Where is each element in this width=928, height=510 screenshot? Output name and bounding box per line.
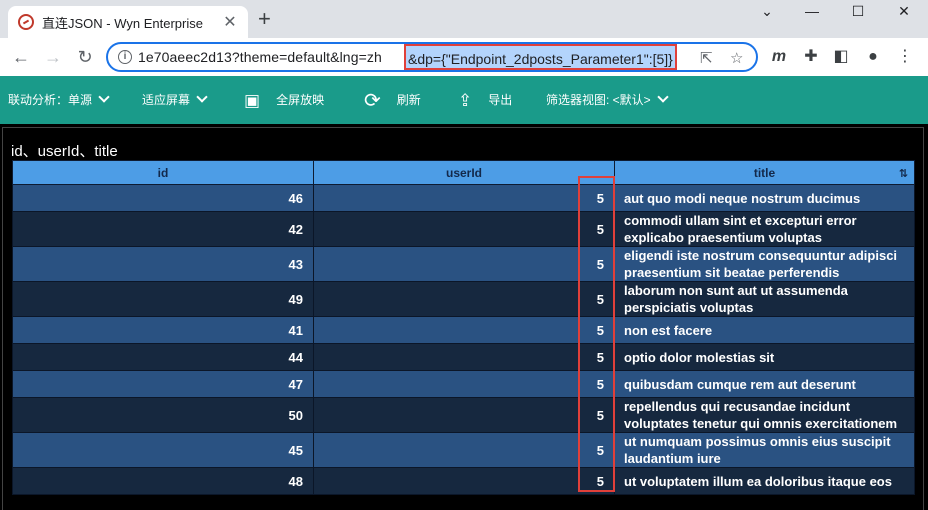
cell-id: 47 bbox=[12, 370, 314, 398]
export-label: 导出 bbox=[488, 93, 513, 107]
cell-title: repellendus qui recusandae incidunt volu… bbox=[614, 397, 915, 433]
cell-id: 42 bbox=[12, 211, 314, 247]
data-table: id userId title ⇅ 46 5 aut quo modi neque n… bbox=[12, 160, 915, 495]
browser-tab[interactable]: 直连JSON - Wyn Enterprise ✕ bbox=[8, 6, 248, 38]
table-row[interactable]: 41 5 non est facere bbox=[12, 316, 915, 344]
cell-userid: 5 bbox=[313, 432, 615, 468]
browser-tab-strip: 直连JSON - Wyn Enterprise ✕ + ⌄ — ☐ ✕ bbox=[0, 0, 928, 38]
cell-title: laborum non sunt aut ut assumenda perspi… bbox=[614, 281, 915, 317]
column-header-id[interactable]: id bbox=[12, 160, 314, 185]
fullscreen-label: 全屏放映 bbox=[276, 93, 325, 107]
cell-title: optio dolor molestias sit bbox=[614, 343, 915, 371]
cell-id: 48 bbox=[12, 467, 314, 495]
cell-userid: 5 bbox=[313, 281, 615, 317]
back-arrow-icon[interactable]: ← bbox=[10, 46, 32, 68]
column-header-title[interactable]: title ⇅ bbox=[614, 160, 915, 185]
bookmark-star-icon[interactable]: ☆ bbox=[730, 49, 743, 67]
cell-userid: 5 bbox=[313, 211, 615, 247]
side-panel-icon[interactable]: ◧ bbox=[830, 46, 852, 68]
table-row[interactable]: 42 5 commodi ullam sint et excepturi error… bbox=[12, 211, 915, 247]
table-row[interactable]: 49 5 laborum non sunt aut ut assumenda per… bbox=[12, 281, 915, 317]
cell-id: 44 bbox=[12, 343, 314, 371]
url-selected-text: &dp={"Endpoint_2dposts_Parameter1":[5]} bbox=[404, 44, 677, 70]
tab-search-icon[interactable]: ⌄ bbox=[747, 2, 787, 24]
fit-screen-label: 适应屏幕 bbox=[142, 93, 191, 107]
linkage-analysis-dropdown[interactable]: 联动分析：单源 bbox=[8, 76, 110, 124]
fullscreen-button[interactable]: ▣ 全屏放映 bbox=[244, 76, 324, 124]
sort-icon[interactable]: ⇅ bbox=[899, 167, 908, 180]
cell-userid: 5 bbox=[313, 397, 615, 433]
fullscreen-play-icon: ▣ bbox=[244, 90, 261, 110]
column-header-userid[interactable]: userId bbox=[313, 160, 615, 185]
minimize-button[interactable]: — bbox=[792, 2, 832, 24]
table-row[interactable]: 46 5 aut quo modi neque nostrum ducimus bbox=[12, 184, 915, 212]
chevron-down-icon bbox=[657, 91, 669, 103]
cell-id: 49 bbox=[12, 281, 314, 317]
forward-arrow-icon[interactable]: → bbox=[42, 46, 64, 68]
table-row[interactable]: 50 5 repellendus qui recusandae incidunt v… bbox=[12, 397, 915, 433]
column-header-title-label: title bbox=[753, 165, 776, 180]
reload-icon[interactable]: ↻ bbox=[74, 46, 96, 68]
cell-id: 41 bbox=[12, 316, 314, 344]
report-title: id、userId、title bbox=[11, 143, 118, 160]
cell-userid: 5 bbox=[313, 246, 615, 282]
cell-title: aut quo modi neque nostrum ducimus bbox=[614, 184, 915, 212]
cell-userid: 5 bbox=[313, 184, 615, 212]
share-icon[interactable]: ⇱ bbox=[700, 49, 713, 67]
table-row[interactable]: 44 5 optio dolor molestias sit bbox=[12, 343, 915, 371]
new-tab-button[interactable]: + bbox=[258, 8, 271, 30]
maximize-button[interactable]: ☐ bbox=[838, 2, 878, 24]
cell-title: commodi ullam sint et excepturi error ex… bbox=[614, 211, 915, 247]
address-bar[interactable]: i 1e70aeec2d13?theme=default&lng=zh &dp=… bbox=[106, 42, 758, 72]
cell-title: eligendi iste nostrum consequuntur adipi… bbox=[614, 246, 915, 282]
report-toolbar: 联动分析：单源 适应屏幕 ▣ 全屏放映 ⟳ 刷新 ⇪ 导出 筛选器视图: <默认> bbox=[0, 76, 928, 124]
extension-m-icon[interactable]: m bbox=[768, 46, 790, 68]
tab-close-icon[interactable]: ✕ bbox=[222, 12, 238, 32]
table-header-row: id userId title ⇅ bbox=[12, 160, 915, 185]
cell-id: 45 bbox=[12, 432, 314, 468]
profile-avatar-icon[interactable]: ● bbox=[862, 46, 884, 68]
filter-view-dropdown[interactable]: 筛选器视图: <默认> bbox=[546, 76, 669, 124]
table-row[interactable]: 47 5 quibusdam cumque rem aut deserunt bbox=[12, 370, 915, 398]
cell-id: 46 bbox=[12, 184, 314, 212]
table-row[interactable]: 45 5 ut numquam possimus omnis eius suscip… bbox=[12, 432, 915, 468]
cell-userid: 5 bbox=[313, 316, 615, 344]
cell-title: ut numquam possimus omnis eius suscipit … bbox=[614, 432, 915, 468]
site-info-icon[interactable]: i bbox=[118, 50, 132, 64]
export-icon: ⇪ bbox=[458, 90, 473, 110]
wyn-logo-icon bbox=[18, 14, 34, 30]
chevron-down-icon bbox=[98, 91, 110, 103]
table-row[interactable]: 43 5 eligendi iste nostrum consequuntur ad… bbox=[12, 246, 915, 282]
browser-toolbar: ← → ↻ i 1e70aeec2d13?theme=default&lng=z… bbox=[0, 38, 928, 76]
userid-highlight-box bbox=[578, 176, 615, 492]
refresh-label: 刷新 bbox=[396, 93, 421, 107]
cell-userid: 5 bbox=[313, 467, 615, 495]
fit-screen-dropdown[interactable]: 适应屏幕 bbox=[142, 76, 208, 124]
cell-userid: 5 bbox=[313, 370, 615, 398]
extensions-puzzle-icon[interactable]: ✚ bbox=[800, 46, 822, 68]
refresh-button[interactable]: ⟳ 刷新 bbox=[364, 76, 421, 124]
cell-id: 50 bbox=[12, 397, 314, 433]
more-menu-icon[interactable]: ⋮ bbox=[894, 46, 916, 68]
export-button[interactable]: ⇪ 导出 bbox=[458, 76, 512, 124]
cell-title: non est facere bbox=[614, 316, 915, 344]
cell-id: 43 bbox=[12, 246, 314, 282]
url-text: 1e70aeec2d13?theme=default&lng=zh bbox=[138, 49, 382, 65]
linkage-analysis-label: 联动分析：单源 bbox=[8, 93, 93, 107]
cell-title: ut voluptatem illum ea doloribus itaque … bbox=[614, 467, 915, 495]
filter-view-label: 筛选器视图: <默认> bbox=[546, 93, 651, 107]
chevron-down-icon bbox=[196, 91, 208, 103]
cell-title: quibusdam cumque rem aut deserunt bbox=[614, 370, 915, 398]
refresh-icon: ⟳ bbox=[364, 89, 381, 112]
tab-title: 直连JSON - Wyn Enterprise bbox=[42, 15, 203, 31]
cell-userid: 5 bbox=[313, 343, 615, 371]
table-row[interactable]: 48 5 ut voluptatem illum ea doloribus itaq… bbox=[12, 467, 915, 495]
report-canvas: id、userId、title id userId title ⇅ 46 5 aut … bbox=[0, 124, 928, 510]
close-window-button[interactable]: ✕ bbox=[884, 2, 924, 24]
